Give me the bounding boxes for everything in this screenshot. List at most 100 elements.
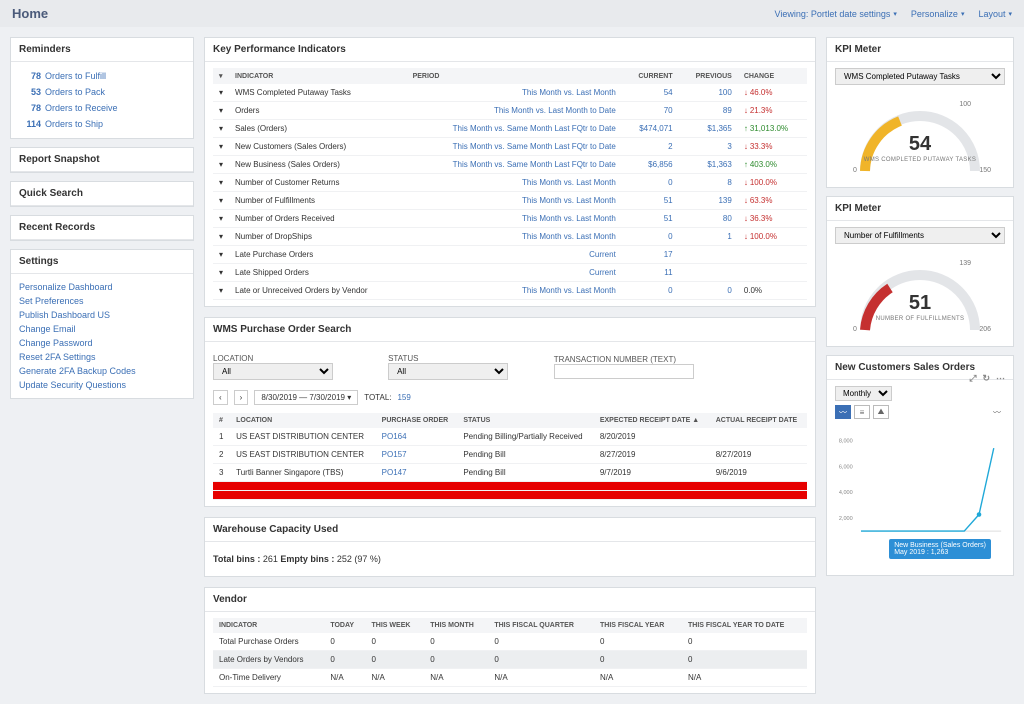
vendor-table: Indicator Today This Week This Month Thi… [213,618,807,687]
vendor-row[interactable]: On-Time DeliveryN/AN/AN/AN/AN/AN/A [213,669,807,687]
reminder-item[interactable]: 78Orders to Fulfill [19,68,185,84]
col-status[interactable]: Status [457,413,594,428]
chart-type-area-icon[interactable]: ⛰ [873,405,889,419]
status-select[interactable]: All [388,363,508,380]
settings-link[interactable]: Change Email [19,322,185,336]
vcol-fy[interactable]: This Fiscal Year [594,618,682,633]
col-previous[interactable]: Previous [679,68,738,84]
vcol-ind[interactable]: Indicator [213,618,324,633]
settings-portlet: Settings Personalize DashboardSet Prefer… [10,249,194,399]
kpi-row[interactable]: ▾ Number of Orders Received This Month v… [213,210,807,228]
gauge1-min: 0 [853,167,857,174]
po-row[interactable] [213,491,807,500]
chart-type-bar-icon[interactable]: ≡ [854,405,870,419]
chart-legend-icon[interactable]: 〰 [989,405,1005,419]
prev-page-button[interactable]: ‹ [213,390,228,405]
next-page-button[interactable]: › [234,390,249,405]
col-change[interactable]: Change [738,68,807,84]
quick-search-portlet[interactable]: Quick Search [10,181,194,207]
kpi-row[interactable]: ▾ Orders This Month vs. Last Month to Da… [213,102,807,120]
gauge2-value: 51 [909,292,931,315]
col-period[interactable]: Period [407,68,622,84]
settings-link[interactable]: Set Preferences [19,294,185,308]
kpi-row[interactable]: ▾ Number of Customer Returns This Month … [213,174,807,192]
refresh-icon[interactable]: ↻ [982,373,990,384]
viewing-dropdown[interactable]: Viewing: Portlet date settings ▾ [774,9,896,19]
vendor-row[interactable]: Late Orders by Vendors000000 [213,651,807,669]
svg-text:8,000: 8,000 [839,439,853,445]
kpi-row[interactable]: ▾ Number of DropShips This Month vs. Las… [213,228,807,246]
po-search-portlet: WMS Purchase Order Search Location All S… [204,317,816,507]
po-row[interactable]: 2US EAST DISTRIBUTION CENTERPO157Pending… [213,446,807,464]
kpi-row[interactable]: ▾ New Business (Sales Orders) This Month… [213,156,807,174]
settings-link[interactable]: Personalize Dashboard [19,280,185,294]
kpi-row[interactable]: ▾ WMS Completed Putaway Tasks This Month… [213,84,807,102]
kpi-row[interactable]: ▾ Late or Unreceived Orders by Vendor Th… [213,282,807,300]
chevron-down-icon: ▾ [1008,10,1012,18]
vcol-fytd[interactable]: This Fiscal Year to Date [682,618,807,633]
reminder-item[interactable]: 53Orders to Pack [19,84,185,100]
po-row[interactable] [213,482,807,491]
line-chart-icon: 8,000 6,000 4,000 2,000 [837,425,1003,545]
po-table: # Location Purchase Order Status Expecte… [213,413,807,500]
report-snapshot-portlet[interactable]: Report Snapshot [10,147,194,173]
po-row[interactable]: 1US EAST DISTRIBUTION CENTERPO164Pending… [213,428,807,446]
location-select[interactable]: All [213,363,333,380]
recent-records-portlet[interactable]: Recent Records [10,215,194,241]
gauge1-value: 54 [909,133,931,156]
vcol-fq[interactable]: This Fiscal Quarter [488,618,594,633]
expand-icon[interactable]: ⤢ [969,373,976,384]
meter2-select[interactable]: Number of Fulfillments [835,227,1005,244]
gauge1-max: 150 [979,167,991,174]
total-value[interactable]: 159 [397,393,410,402]
layout-dropdown[interactable]: Layout ▾ [978,9,1012,19]
menu-icon[interactable]: ⋯ [996,373,1005,384]
col-expected[interactable]: Expected Receipt Date ▲ [594,413,710,428]
reminders-portlet: Reminders 78Orders to Fulfill53Orders to… [10,37,194,139]
gauge2-label: NUMBER OF FULFILLMENTS [876,316,965,322]
col-po[interactable]: Purchase Order [376,413,458,428]
vcol-month[interactable]: This Month [424,618,488,633]
kpi-row[interactable]: ▾ Sales (Orders) This Month vs. Same Mon… [213,120,807,138]
chevron-down-icon: ▾ [893,10,897,18]
capacity-title: Warehouse Capacity Used [205,518,815,542]
chart-period-select[interactable]: Monthly [835,386,892,401]
col-current[interactable]: Current [622,68,679,84]
gauge1-label: WMS COMPLETED PUTAWAY TASKS [864,157,976,163]
date-range-picker[interactable]: 8/30/2019 — 7/30/2019 ▾ [254,390,358,405]
meter1-select[interactable]: WMS Completed Putaway Tasks [835,68,1005,85]
recent-records-title: Recent Records [11,216,193,240]
settings-link[interactable]: Update Security Questions [19,378,185,392]
settings-link[interactable]: Publish Dashboard US [19,308,185,322]
report-snapshot-title: Report Snapshot [11,148,193,172]
settings-link[interactable]: Change Password [19,336,185,350]
svg-text:2,000: 2,000 [839,516,853,522]
personalize-dropdown[interactable]: Personalize ▾ [911,9,965,19]
kpi-row[interactable]: ▾ Number of Fulfillments This Month vs. … [213,192,807,210]
quick-search-title: Quick Search [11,182,193,206]
reminder-item[interactable]: 114Orders to Ship [19,116,185,132]
sales-chart-title: New Customers Sales Orders ⤢ ↻ ⋯ [827,356,1013,380]
settings-link[interactable]: Reset 2FA Settings [19,350,185,364]
reminders-title: Reminders [11,38,193,62]
kpi-row[interactable]: ▾ Late Purchase Orders Current 17 [213,246,807,264]
reminder-item[interactable]: 78Orders to Receive [19,100,185,116]
col-actual[interactable]: Actual Receipt Date [710,413,807,428]
vcol-week[interactable]: This Week [366,618,425,633]
kpi-row[interactable]: ▾ Late Shipped Orders Current 11 [213,264,807,282]
txn-input[interactable] [554,364,694,379]
col-loc[interactable]: Location [230,413,376,428]
kpi-table: ▾ Indicator Period Current Previous Chan… [213,68,807,300]
vendor-row[interactable]: Total Purchase Orders000000 [213,633,807,651]
vcol-today[interactable]: Today [324,618,365,633]
col-indicator[interactable]: Indicator [229,68,407,84]
kpi-row[interactable]: ▾ New Customers (Sales Orders) This Mont… [213,138,807,156]
kpi-meter-2: KPI Meter Number of Fulfillments 139 51 … [826,196,1014,347]
location-label: Location [213,354,253,363]
settings-link[interactable]: Generate 2FA Backup Codes [19,364,185,378]
chart-tooltip: New Business (Sales Orders) May 2019 : 1… [889,539,991,559]
po-row[interactable]: 3Turtli Banner Singapore (TBS)PO147Pendi… [213,464,807,482]
sales-chart-portlet: New Customers Sales Orders ⤢ ↻ ⋯ Monthly… [826,355,1014,576]
col-num[interactable]: # [213,413,230,428]
chart-type-line-icon[interactable]: 〰 [835,405,851,419]
